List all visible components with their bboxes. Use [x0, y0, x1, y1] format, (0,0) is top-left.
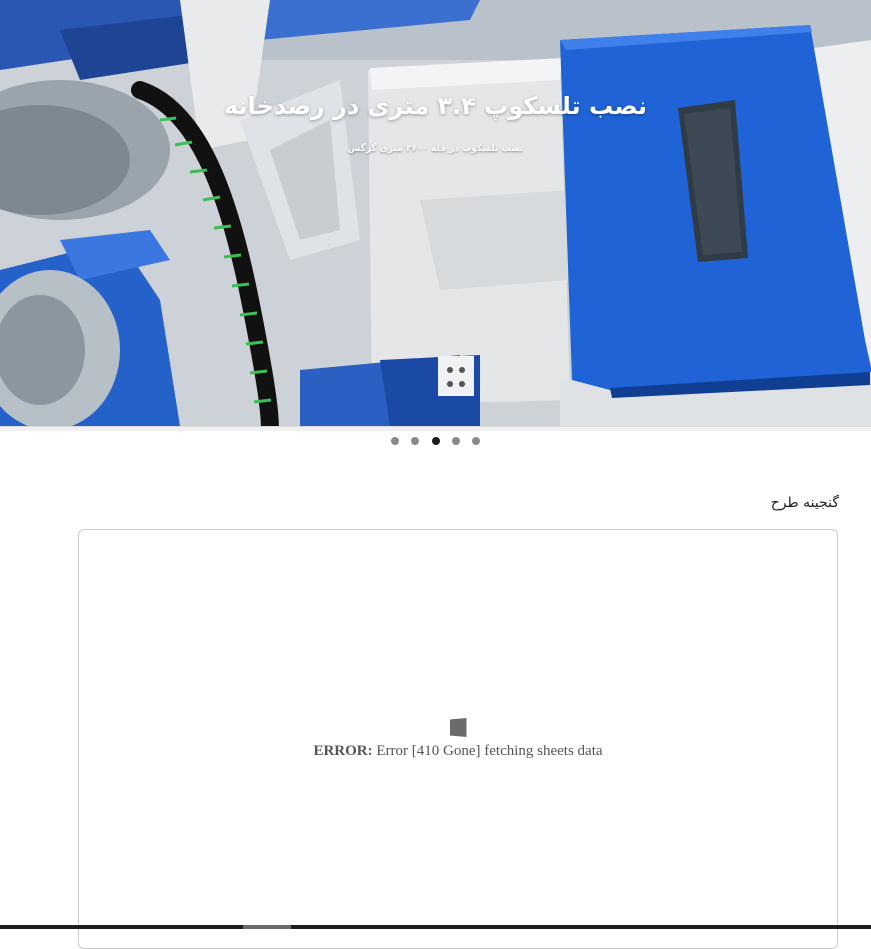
- error-detail: Error [410 Gone] fetching sheets data: [376, 743, 603, 759]
- scrollbar-thumb[interactable]: [243, 925, 291, 929]
- bottom-scrollbar[interactable]: [0, 925, 871, 929]
- slider-dot-4[interactable]: [451, 437, 460, 445]
- slide-subtitle: نصب تلسکوپ در قله ۳۶۰۰ متری گرگش: [347, 144, 524, 154]
- error-message-block: ERROR: Error [410 Gone] fetching sheets …: [79, 718, 837, 760]
- slider-dot-2[interactable]: [411, 437, 420, 445]
- error-message: ERROR: Error [410 Gone] fetching sheets …: [79, 743, 837, 760]
- slider-dot-5[interactable]: [471, 437, 480, 445]
- slide-title: نصب تلسکوپ ۳.۴ متری در رصدخانه: [223, 92, 648, 120]
- gallery-section-title: گنجینه طرح: [770, 495, 839, 511]
- slider-dot-1[interactable]: [391, 437, 400, 445]
- slider-bottom-border: [0, 426, 871, 431]
- gallery-embed-frame: ERROR: Error [410 Gone] fetching sheets …: [78, 529, 838, 949]
- error-label: ERROR:: [313, 743, 373, 759]
- slider-dot-3[interactable]: [431, 437, 440, 445]
- error-icon: [449, 718, 467, 737]
- hero-slider: نصب تلسکوپ ۳.۴ متری در رصدخانه نصب تلسکو…: [0, 0, 871, 426]
- hero-photo: [0, 0, 871, 426]
- slider-pagination: [0, 437, 871, 445]
